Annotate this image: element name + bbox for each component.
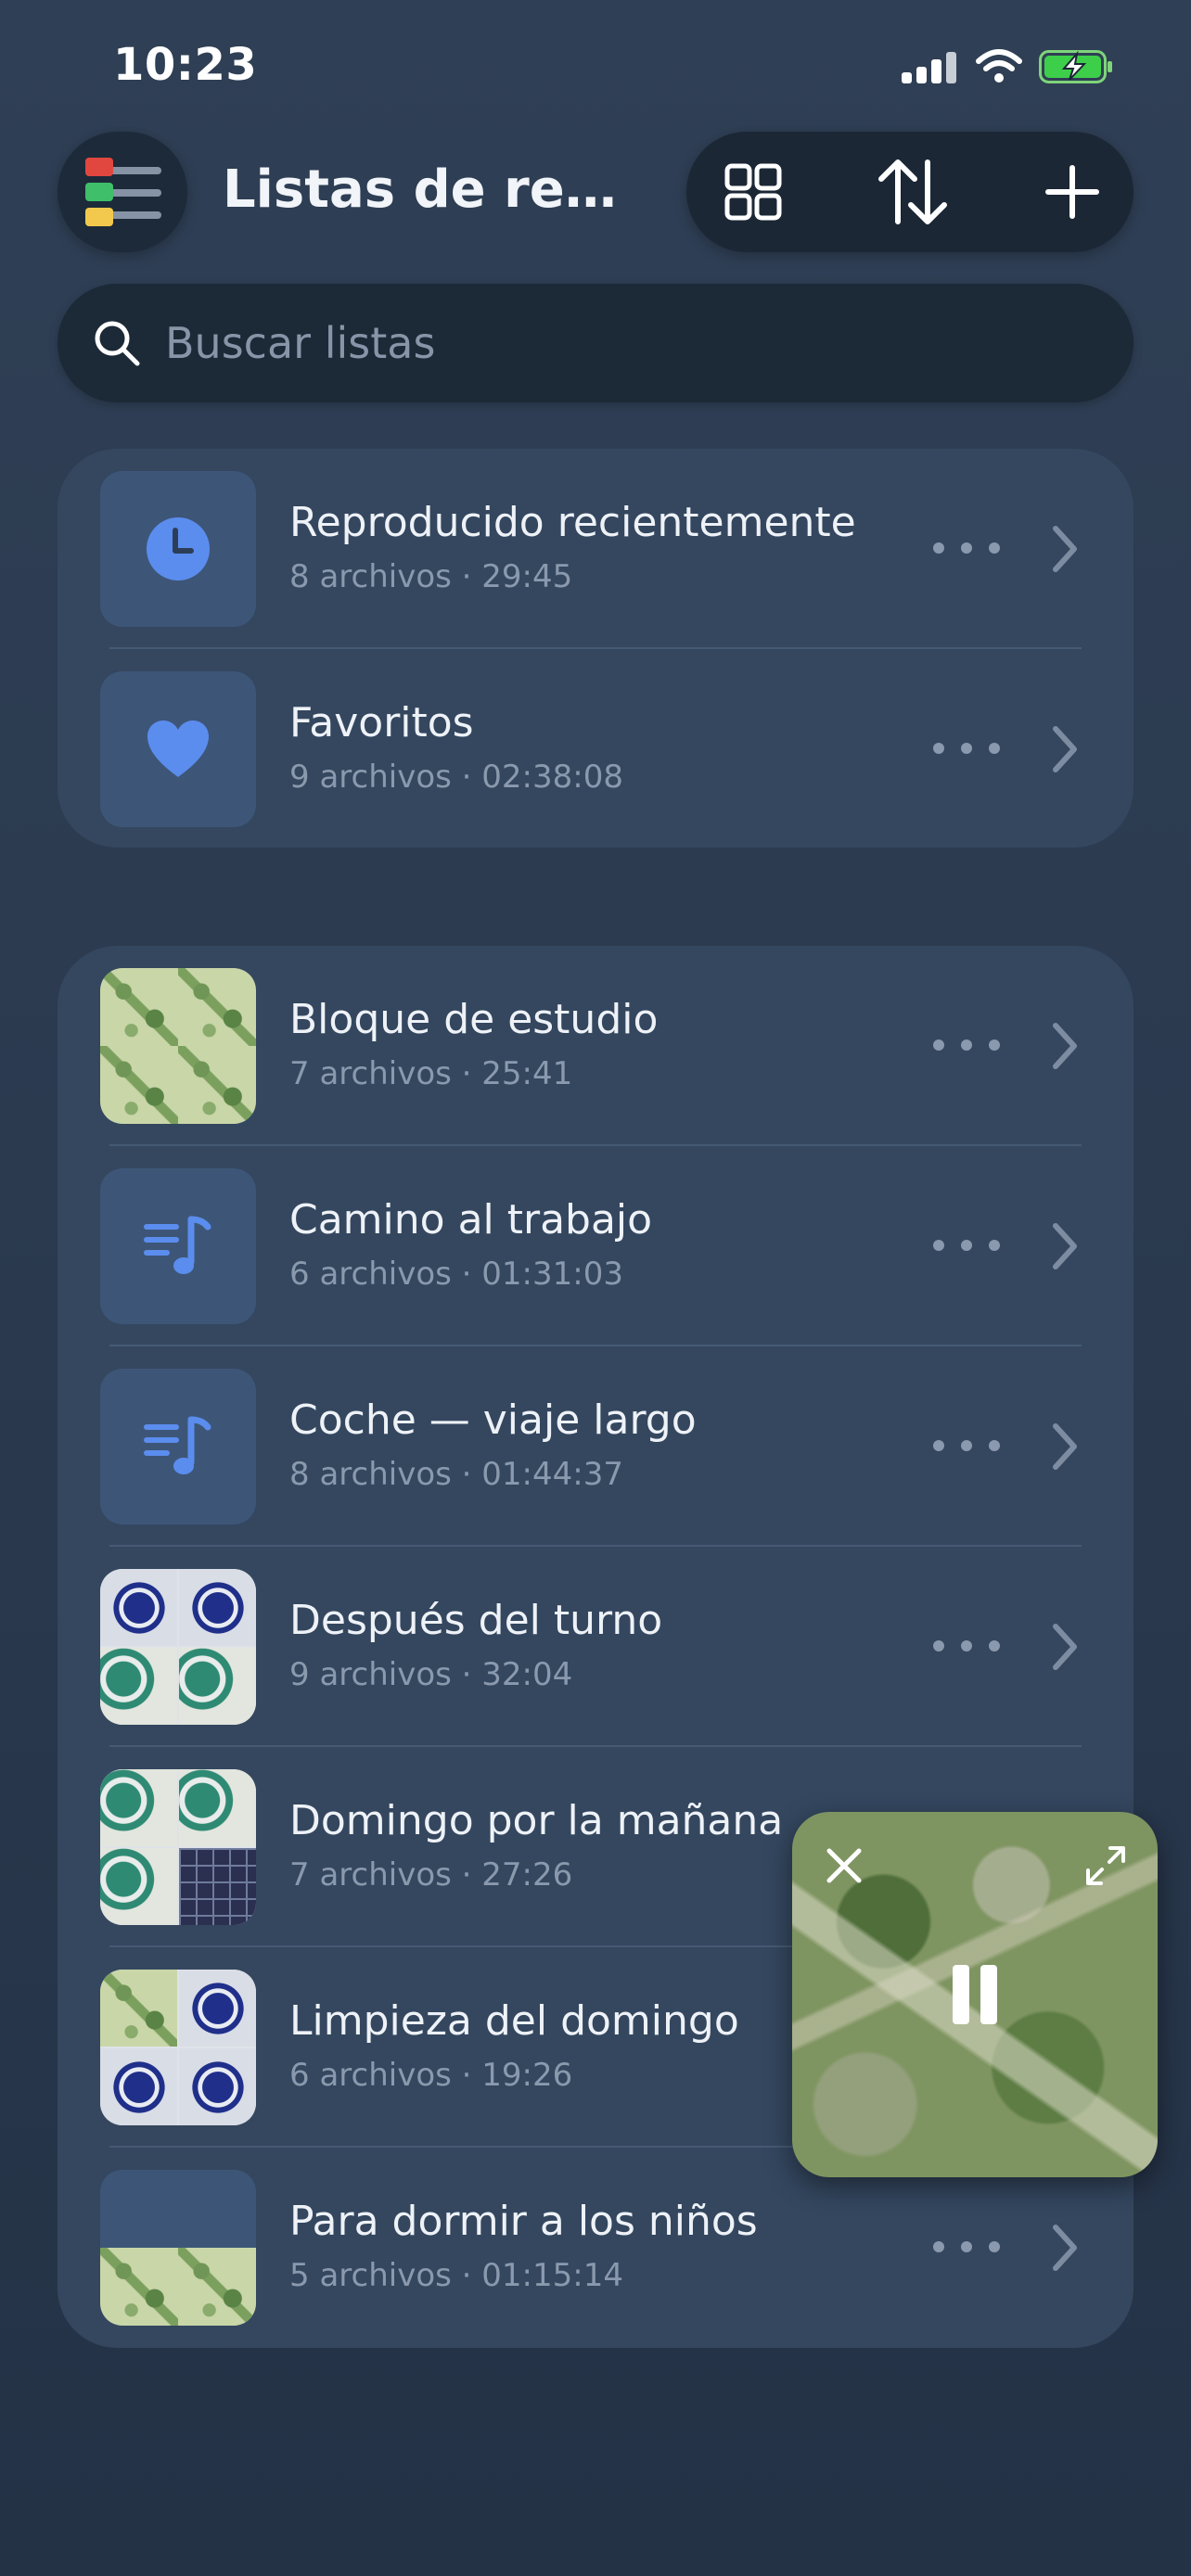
chevron-right-icon: [1053, 1023, 1077, 1069]
list-item-playlist[interactable]: Después del turno 9 archivos · 32:04: [58, 1547, 1133, 1747]
sort-arrows-icon: [878, 159, 947, 224]
playlist-artwork: [100, 1168, 256, 1324]
chevron-right-icon: [1053, 1223, 1077, 1269]
list-item-title: Coche — viaje largo: [289, 1396, 697, 1444]
more-options-button[interactable]: [933, 1632, 1000, 1660]
clock-icon: [147, 517, 210, 580]
plus-icon: [1045, 165, 1099, 219]
chevron-right-icon: [1053, 1624, 1077, 1670]
header-toolbar: [686, 132, 1133, 252]
list-item-favorites[interactable]: Favoritos 9 archivos · 02:38:08: [58, 649, 1133, 849]
page-title: Listas de repro...: [223, 159, 640, 220]
search-bar[interactable]: [58, 284, 1133, 402]
playlist-artwork: [100, 1970, 256, 2125]
chevron-right-icon: [1053, 2225, 1077, 2271]
list-item-title: Limpieza del domingo: [289, 1997, 739, 2045]
playlist-artwork: [100, 1769, 256, 1925]
list-item-title: Bloque de estudio: [289, 996, 659, 1043]
playlist-artwork: [100, 2170, 256, 2326]
status-time: 10:23: [113, 39, 258, 91]
more-options-button[interactable]: [933, 534, 1000, 562]
expand-player-button[interactable]: [1080, 1840, 1132, 1892]
list-item-playlist[interactable]: Bloque de estudio 7 archivos · 25:41: [58, 946, 1133, 1146]
list-item-subtitle: 7 archivos · 27:26: [289, 1856, 573, 1894]
more-options-button[interactable]: [933, 1231, 1000, 1259]
heart-icon: [147, 721, 209, 777]
close-player-button[interactable]: [818, 1840, 870, 1892]
status-bar: 10:23: [0, 0, 1191, 130]
sort-button[interactable]: [876, 155, 950, 229]
menu-green-chip: [85, 183, 113, 201]
more-options-button[interactable]: [933, 734, 1000, 762]
list-item-title: Para dormir a los niños: [289, 2198, 758, 2245]
more-options-button[interactable]: [933, 2233, 1000, 2261]
expand-icon: [1086, 1846, 1125, 1885]
search-icon: [95, 321, 140, 366]
close-icon: [826, 1848, 862, 1883]
list-item-subtitle: 6 archivos · 01:31:03: [289, 1256, 623, 1293]
grid-view-button[interactable]: [716, 155, 790, 229]
list-item-playlist[interactable]: Coche — viaje largo 8 archivos · 01:44:3…: [58, 1346, 1133, 1547]
list-item-subtitle: 5 archivos · 01:15:14: [289, 2257, 623, 2294]
list-item-playlist[interactable]: Para dormir a los niños 5 archivos · 01:…: [58, 2148, 1133, 2348]
wifi-icon: [976, 49, 1022, 83]
pause-button[interactable]: [938, 1958, 1012, 2032]
search-input[interactable]: [165, 306, 1093, 380]
cellular-signal-icon: [902, 52, 957, 83]
chevron-right-icon: [1053, 1423, 1077, 1470]
chevron-right-icon: [1053, 526, 1077, 572]
pinned-playlists-card: Reproducido recientemente 8 archivos · 2…: [58, 449, 1133, 848]
chevron-right-icon: [1053, 726, 1077, 772]
list-item-subtitle: 7 archivos · 25:41: [289, 1055, 573, 1092]
list-item-title: Después del turno: [289, 1597, 663, 1644]
more-options-button[interactable]: [933, 1432, 1000, 1460]
grid-icon: [724, 163, 782, 221]
playlist-music-icon: [144, 1416, 211, 1474]
list-item-title: Favoritos: [289, 699, 474, 746]
playlist-artwork: [100, 1569, 256, 1725]
library-menu-button[interactable]: [58, 132, 187, 252]
list-item-title: Camino al trabajo: [289, 1196, 653, 1243]
pause-icon: [953, 1965, 997, 2024]
list-item-subtitle: 8 archivos · 29:45: [289, 558, 573, 595]
playlist-music-icon: [144, 1216, 211, 1274]
battery-charging-icon: [1039, 50, 1112, 83]
list-item-subtitle: 9 archivos · 02:38:08: [289, 759, 623, 796]
menu-red-chip: [85, 158, 113, 176]
menu-yellow-chip: [85, 208, 113, 226]
list-item-title: Domingo por la mañana: [289, 1797, 784, 1844]
list-item-subtitle: 8 archivos · 01:44:37: [289, 1456, 623, 1493]
list-item-title: Reproducido recientemente: [289, 499, 856, 546]
list-item-subtitle: 6 archivos · 19:26: [289, 2057, 573, 2094]
list-item-playlist[interactable]: Camino al trabajo 6 archivos · 01:31:03: [58, 1146, 1133, 1346]
mini-player[interactable]: [792, 1812, 1158, 2177]
favorites-thumb: [100, 671, 256, 827]
list-item-recently-played[interactable]: Reproducido recientemente 8 archivos · 2…: [58, 449, 1133, 649]
add-playlist-button[interactable]: [1035, 155, 1109, 229]
list-item-subtitle: 9 archivos · 32:04: [289, 1656, 573, 1693]
more-options-button[interactable]: [933, 1031, 1000, 1059]
playlist-artwork: [100, 968, 256, 1124]
recent-thumb: [100, 471, 256, 627]
playlist-artwork: [100, 1369, 256, 1524]
